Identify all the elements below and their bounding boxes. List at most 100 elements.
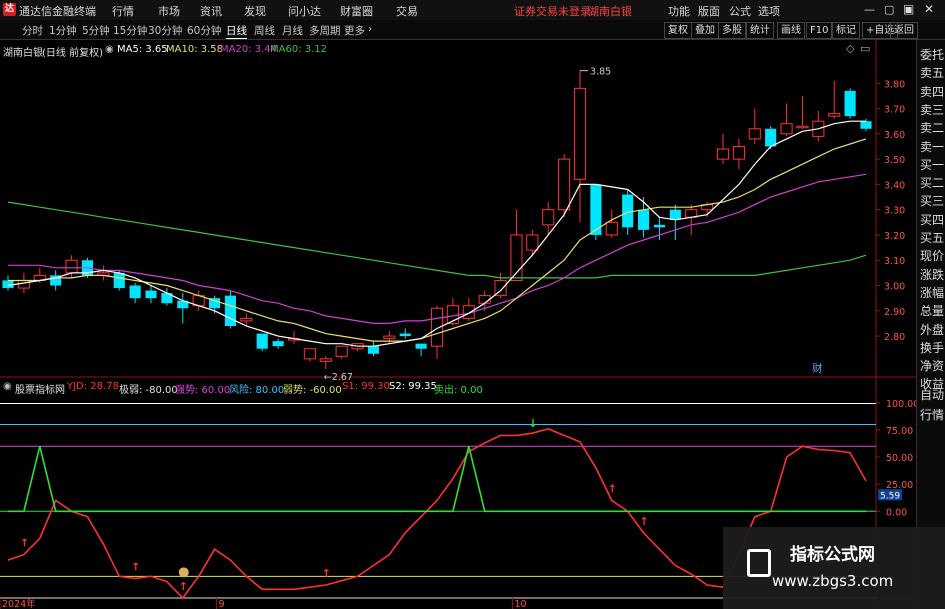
side-panel-item[interactable]: 买一 (920, 156, 944, 173)
toolbar-button[interactable]: 统计 (746, 22, 774, 39)
candle-body (113, 272, 125, 289)
indicator-settings-icon[interactable]: ◉ (3, 381, 12, 392)
candle-body (335, 345, 348, 357)
candle-body (605, 221, 618, 236)
toolbar-button[interactable]: 画线 (777, 22, 805, 39)
candle-body (558, 158, 571, 211)
tab-period[interactable]: 60分钟 (187, 23, 221, 38)
indicator-value: YJD: 28.78 (67, 381, 119, 392)
side-panel-item[interactable]: 现价 (920, 247, 944, 264)
tab-period[interactable]: 月线 (282, 23, 303, 38)
tab-period[interactable]: 分时 (22, 23, 43, 38)
side-panel-item[interactable]: 卖三 (920, 101, 944, 118)
price-tick-label: 3.70 (884, 105, 905, 116)
indicator-name[interactable]: 股票指标网 (15, 381, 65, 396)
side-panel-item[interactable]: 委托 (920, 46, 944, 63)
money-bag-icon (178, 567, 189, 578)
side-panel-item[interactable]: 行情 (920, 406, 944, 423)
toolbar-button[interactable]: 叠加 (691, 22, 719, 39)
candle-body (622, 194, 634, 228)
candle-body (17, 279, 30, 289)
indicator-value: 极弱: -80.00 (119, 385, 178, 396)
more-chevron-icon[interactable]: › (368, 23, 372, 35)
finance-marker: 财 (812, 362, 822, 375)
tab-period[interactable]: 5分钟 (82, 23, 110, 38)
menu-item[interactable]: 交易 (396, 3, 418, 19)
candle-body (796, 125, 809, 129)
candle-body (716, 148, 730, 160)
price-tick-label: 3.50 (884, 155, 905, 166)
candle-body (145, 290, 157, 299)
menu-item[interactable]: 行情 (112, 3, 134, 19)
candle-body (573, 87, 587, 180)
buy-arrow-icon: ↑ (608, 482, 617, 495)
candle-body (129, 285, 141, 299)
ma60-line (7, 201, 867, 279)
toolbar-button[interactable]: 标记 (832, 22, 860, 39)
time-axis-label: 10 (514, 599, 526, 609)
menu-right-item[interactable]: 选项 (758, 3, 780, 19)
side-panel-item[interactable]: 买四 (920, 211, 944, 228)
menu-right-item[interactable]: 功能 (668, 3, 690, 19)
watermark-url: www.zbgs3.com (772, 572, 894, 590)
side-panel-item[interactable]: 卖一 (920, 138, 944, 155)
candle-body (383, 335, 396, 340)
price-tick-label: 3.20 (884, 231, 905, 242)
menu-item[interactable]: 发现 (244, 3, 266, 19)
candle-body (256, 333, 268, 349)
candle-body (2, 280, 14, 289)
price-tick-label: 3.40 (884, 180, 905, 191)
tab-period[interactable]: 更多 (344, 23, 365, 38)
candle-body (65, 259, 78, 274)
toolbar-button[interactable]: F10 (806, 22, 833, 39)
side-panel-item[interactable]: 净资 (920, 357, 944, 374)
candle-body (240, 317, 253, 322)
price-tick-label: 3.60 (884, 130, 905, 141)
toolbar-button[interactable]: 复权 (664, 22, 692, 39)
indicator-tick-label: 100.00 (886, 399, 916, 410)
candle-body (748, 128, 761, 140)
toolbar-button[interactable]: 返回 (890, 22, 918, 39)
side-panel-item[interactable]: 换手 (920, 339, 944, 356)
side-panel-item[interactable]: 总量 (920, 302, 944, 319)
close-icon[interactable]: ✕ (924, 2, 934, 16)
ma20-line (8, 173, 867, 324)
menu-item[interactable]: 财富圈 (340, 3, 373, 19)
tab-period[interactable]: 多周期 (309, 23, 341, 38)
candle-body (860, 121, 872, 129)
side-panel-item[interactable]: 涨幅 (920, 284, 944, 301)
tab-period[interactable]: 周线 (254, 23, 275, 38)
candle-body (319, 358, 332, 362)
side-panel-item[interactable]: 涨跌 (920, 266, 944, 283)
tab-period[interactable]: 1分钟 (49, 23, 77, 38)
price-tick-label: 3.00 (884, 282, 905, 293)
tab-period[interactable]: 30分钟 (148, 23, 182, 38)
time-axis-label: 9 (219, 599, 225, 609)
buy-arrow-icon: ↑ (131, 560, 140, 573)
tab-period[interactable]: 15分钟 (113, 23, 147, 38)
buy-arrow-icon: ↑ (20, 537, 29, 550)
side-panel-item[interactable]: 卖五 (920, 64, 944, 81)
side-panel-item[interactable]: 卖二 (920, 119, 944, 136)
side-panel-item[interactable]: 买五 (920, 229, 944, 246)
menu-right-item[interactable]: 公式 (729, 3, 751, 19)
time-axis-label: 2024年 (2, 598, 36, 609)
toolbar-button[interactable]: 多股 (718, 22, 746, 39)
tab-period[interactable]: 日线 (226, 23, 247, 39)
indicator-value: 弱势: -60.00 (283, 385, 342, 396)
candle-body (844, 90, 856, 117)
side-panel-item[interactable]: 外盘 (920, 321, 944, 338)
side-panel-item[interactable]: 自动 (920, 386, 944, 403)
side-panel-item[interactable]: 买二 (920, 174, 944, 191)
candle-body (765, 128, 777, 147)
buy-arrow-icon: ↑ (322, 567, 331, 580)
menu-item[interactable]: 市场 (158, 3, 180, 19)
candle-body (828, 113, 841, 117)
menu-item[interactable]: 问小达 (288, 3, 321, 19)
candle-body (367, 346, 380, 354)
price-tick-label: 3.10 (884, 256, 905, 267)
menu-right-item[interactable]: 版面 (698, 3, 720, 19)
side-panel-item[interactable]: 买三 (920, 192, 944, 209)
menu-item[interactable]: 资讯 (200, 3, 222, 19)
side-panel-item[interactable]: 卖四 (920, 83, 944, 100)
